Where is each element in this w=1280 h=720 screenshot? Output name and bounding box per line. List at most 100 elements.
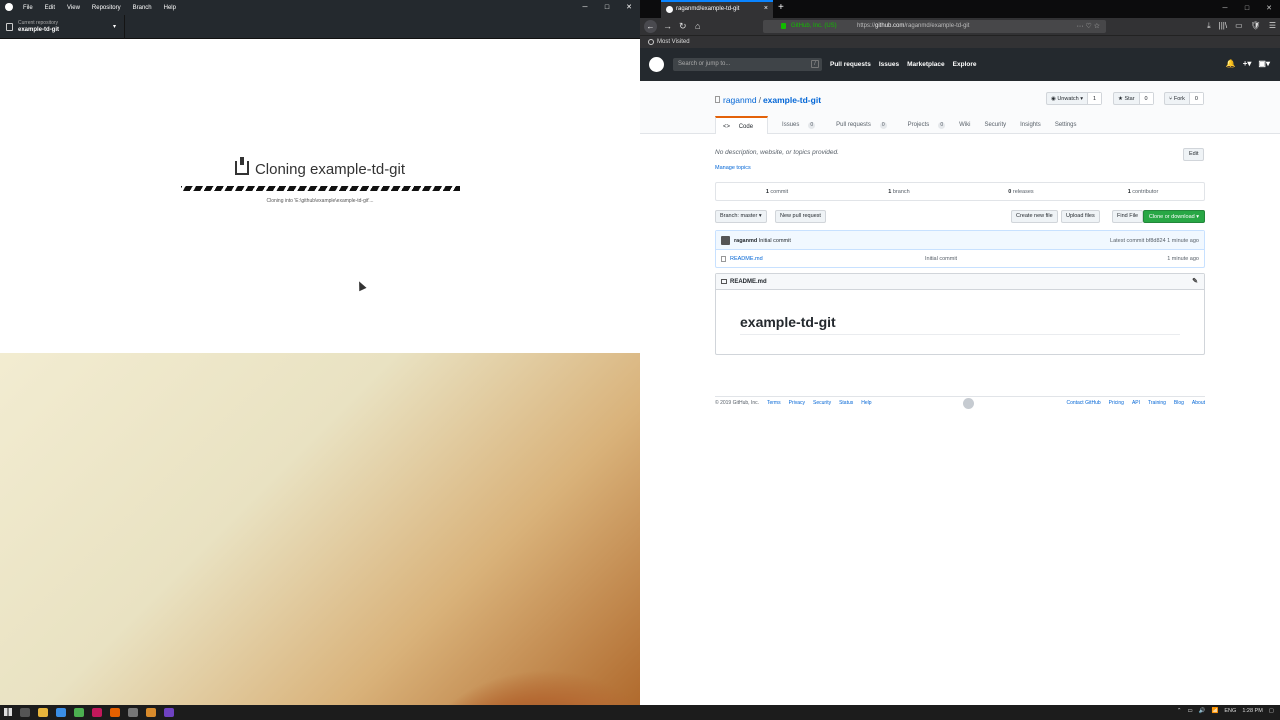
footer-help[interactable]: Help bbox=[861, 400, 871, 406]
reload-button[interactable]: ↻ bbox=[679, 21, 687, 32]
create-new-file-button[interactable]: Create new file bbox=[1011, 210, 1058, 223]
new-pull-request-button[interactable]: New pull request bbox=[775, 210, 826, 223]
new-tab-button[interactable]: + bbox=[778, 2, 784, 13]
browser-tab[interactable]: raganmd/example-td-git × bbox=[661, 0, 773, 18]
app-icon[interactable] bbox=[92, 708, 102, 717]
tab-pull-requests[interactable]: Pull requests 0 bbox=[822, 116, 893, 134]
footer-security[interactable]: Security bbox=[813, 400, 831, 406]
releases-stat[interactable]: 0 releases bbox=[960, 189, 1082, 195]
avatar[interactable] bbox=[721, 236, 730, 245]
network-icon[interactable]: 📶 bbox=[1212, 708, 1219, 714]
tab-close-icon[interactable]: × bbox=[764, 5, 768, 12]
bookmark-most-visited[interactable]: Most Visited bbox=[657, 39, 690, 45]
footer-training[interactable]: Training bbox=[1148, 400, 1166, 406]
tab-projects[interactable]: Projects 0 bbox=[894, 116, 952, 134]
current-repository-selector[interactable]: Current repository example-td-git ▾ bbox=[0, 15, 125, 39]
notifications-bell-icon[interactable]: 🔔 bbox=[1226, 59, 1236, 68]
minimize-button[interactable]: ─ bbox=[574, 0, 596, 15]
site-identity[interactable]: GitHub, Inc. (US) bbox=[791, 23, 837, 29]
downloads-icon[interactable]: ⤓ bbox=[1207, 21, 1211, 31]
tab-code[interactable]: <> Code bbox=[715, 116, 769, 134]
github-desktop-icon[interactable] bbox=[164, 708, 174, 717]
tab-wiki[interactable]: Wiki bbox=[952, 116, 977, 134]
search-input[interactable]: Search or jump to... / bbox=[673, 58, 822, 71]
maximize-button[interactable]: □ bbox=[596, 0, 618, 15]
tab-insights[interactable]: Insights bbox=[1013, 116, 1048, 134]
commits-stat[interactable]: 1 commit bbox=[716, 189, 838, 195]
file-name-link[interactable]: README.md bbox=[730, 256, 763, 262]
menu-file[interactable]: File bbox=[23, 5, 33, 11]
upload-files-button[interactable]: Upload files bbox=[1061, 210, 1100, 223]
latest-commit-info[interactable]: Latest commit bf8d824 1 minute ago bbox=[1110, 238, 1199, 244]
pencil-icon[interactable]: ✎ bbox=[1192, 277, 1198, 285]
task-view-icon[interactable] bbox=[20, 708, 30, 717]
footer-terms[interactable]: Terms bbox=[767, 400, 781, 406]
footer-api[interactable]: API bbox=[1132, 400, 1140, 406]
forward-button[interactable]: → bbox=[663, 21, 672, 32]
page-actions[interactable]: ··· ♡ ☆ bbox=[1077, 22, 1100, 30]
branches-stat[interactable]: 1 branch bbox=[838, 189, 960, 195]
footer-privacy[interactable]: Privacy bbox=[789, 400, 805, 406]
file-explorer-icon[interactable] bbox=[38, 708, 48, 717]
avatar-menu-icon[interactable]: ▣▾ bbox=[1258, 59, 1270, 68]
nav-explore[interactable]: Explore bbox=[953, 61, 977, 68]
battery-icon[interactable]: ▭ bbox=[1187, 708, 1192, 714]
nav-marketplace[interactable]: Marketplace bbox=[907, 61, 945, 68]
hamburger-menu-icon[interactable]: ☰ bbox=[1269, 21, 1276, 31]
footer-pricing[interactable]: Pricing bbox=[1109, 400, 1124, 406]
minimize-button[interactable]: ─ bbox=[1214, 0, 1236, 18]
menu-help[interactable]: Help bbox=[164, 5, 176, 11]
language-indicator[interactable]: ENG bbox=[1224, 708, 1236, 714]
clock[interactable]: 1:28 PM bbox=[1242, 708, 1262, 714]
url-text[interactable]: https://github.com/raganmd/example-td-gi… bbox=[857, 23, 969, 29]
tab-settings[interactable]: Settings bbox=[1048, 116, 1084, 134]
extension-icon[interactable]: 🛡 bbox=[1251, 21, 1261, 31]
browser-app-icon[interactable] bbox=[56, 708, 66, 717]
branch-select-button[interactable]: Branch: master ▾ bbox=[715, 210, 767, 223]
chrome-icon[interactable] bbox=[74, 708, 84, 717]
watch-button[interactable]: ◉ Unwatch ▾ 1 bbox=[1046, 92, 1103, 105]
close-button[interactable]: ✕ bbox=[1258, 0, 1280, 18]
repo-name-link[interactable]: example-td-git bbox=[763, 95, 821, 105]
commit-author[interactable]: raganmd bbox=[734, 238, 757, 244]
close-button[interactable]: ✕ bbox=[618, 0, 640, 15]
nav-pull-requests[interactable]: Pull requests bbox=[830, 61, 871, 68]
create-new-icon[interactable]: +▾ bbox=[1243, 59, 1252, 68]
menu-view[interactable]: View bbox=[67, 5, 80, 11]
app-icon[interactable] bbox=[128, 708, 138, 717]
file-commit-message[interactable]: Initial commit bbox=[925, 256, 957, 262]
maximize-button[interactable]: □ bbox=[1236, 0, 1258, 18]
url-bar[interactable]: GitHub, Inc. (US) https://github.com/rag… bbox=[763, 20, 1106, 33]
star-button[interactable]: ★ Star 0 bbox=[1113, 92, 1154, 105]
back-button[interactable]: ← bbox=[644, 20, 657, 33]
tab-issues[interactable]: Issues 0 bbox=[768, 116, 822, 134]
start-button[interactable] bbox=[4, 708, 12, 716]
menu-edit[interactable]: Edit bbox=[45, 5, 55, 11]
menu-repository[interactable]: Repository bbox=[92, 5, 121, 11]
footer-blog[interactable]: Blog bbox=[1174, 400, 1184, 406]
fork-count[interactable]: 0 bbox=[1189, 93, 1203, 104]
menu-branch[interactable]: Branch bbox=[133, 5, 152, 11]
find-file-button[interactable]: Find File bbox=[1112, 210, 1144, 223]
commit-message[interactable]: Initial commit bbox=[759, 238, 791, 244]
octocat-logo-icon[interactable] bbox=[649, 57, 664, 72]
home-button[interactable]: ⌂ bbox=[695, 21, 700, 32]
footer-status[interactable]: Status bbox=[839, 400, 853, 406]
sidebar-icon[interactable]: ▭ bbox=[1235, 21, 1243, 31]
notifications-icon[interactable]: ▢ bbox=[1269, 708, 1274, 714]
contributors-stat[interactable]: 1 contributor bbox=[1082, 189, 1204, 195]
firefox-icon[interactable] bbox=[110, 708, 120, 717]
manage-topics-link[interactable]: Manage topics bbox=[715, 165, 751, 171]
fork-button[interactable]: ⑂ Fork 0 bbox=[1164, 92, 1204, 105]
star-count[interactable]: 0 bbox=[1139, 93, 1153, 104]
volume-icon[interactable]: 🔊 bbox=[1199, 708, 1206, 714]
footer-about[interactable]: About bbox=[1192, 400, 1205, 406]
tab-security[interactable]: Security bbox=[977, 116, 1013, 134]
nav-issues[interactable]: Issues bbox=[879, 61, 899, 68]
repo-owner-link[interactable]: raganmd bbox=[723, 95, 757, 105]
octocat-footer-icon[interactable] bbox=[963, 398, 974, 409]
watch-count[interactable]: 1 bbox=[1088, 93, 1102, 104]
tray-overflow-icon[interactable]: ⌃ bbox=[1177, 708, 1182, 714]
touchdesigner-icon[interactable] bbox=[146, 708, 156, 717]
footer-contact[interactable]: Contact GitHub bbox=[1066, 400, 1100, 406]
